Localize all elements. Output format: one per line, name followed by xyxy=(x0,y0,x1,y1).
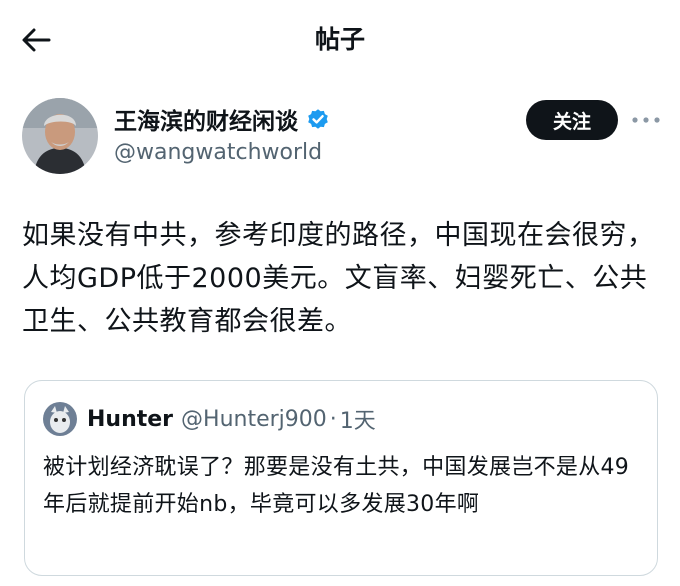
verified-badge-icon xyxy=(306,107,330,131)
top-bar: 帖子 xyxy=(0,0,680,80)
quoted-author-handle[interactable]: @Hunterj900 xyxy=(181,407,327,432)
author-handle[interactable]: @wangwatchworld xyxy=(114,140,322,165)
quoted-post-text: 被计划经济耽误了？那要是没有土共，中国发展岂不是从49年后就提前开始nb，毕竟可… xyxy=(43,455,630,517)
more-dots-icon xyxy=(632,117,660,123)
quoted-separator: · xyxy=(329,406,337,432)
post-author: 王海滨的财经闲谈 @wangwatchworld 关注 xyxy=(22,98,662,178)
more-button[interactable] xyxy=(628,106,664,134)
avatar[interactable] xyxy=(22,98,98,174)
quoted-author-avatar[interactable] xyxy=(43,402,77,436)
quoted-post-card[interactable]: Hunter @Hunterj900 · 1天 被计划经济耽误了？那要是没有土共… xyxy=(24,380,658,576)
follow-button[interactable]: 关注 xyxy=(526,100,618,140)
author-name-row: 王海滨的财经闲谈 xyxy=(114,102,330,136)
post-text: 如果没有中共，参考印度的路径，中国现在会很穷，人均GDP低于2000美元。文盲率… xyxy=(22,220,655,337)
quoted-post-header: Hunter @Hunterj900 · 1天 xyxy=(43,402,376,436)
page-title: 帖子 xyxy=(314,25,365,54)
quoted-author-name[interactable]: Hunter xyxy=(87,407,173,432)
avatar-photo xyxy=(22,98,98,174)
quoted-post-time[interactable]: 1天 xyxy=(340,403,376,435)
author-display-name[interactable]: 王海滨的财经闲谈 xyxy=(114,102,298,136)
